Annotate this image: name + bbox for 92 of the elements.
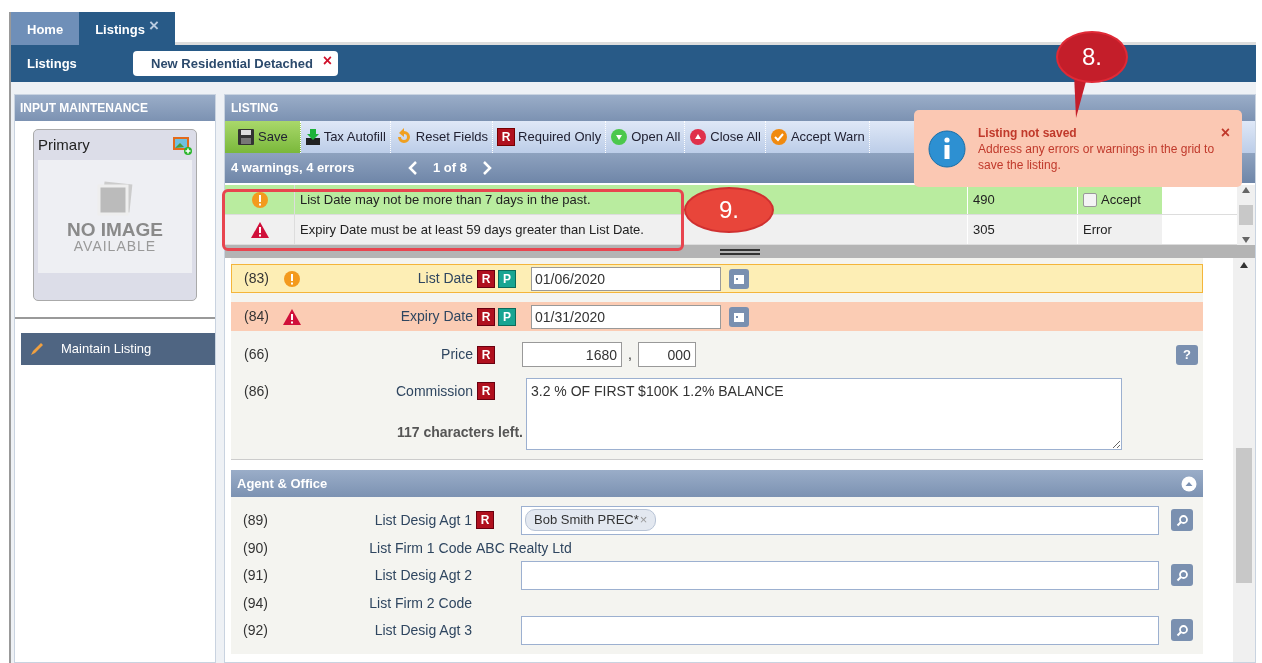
error-icon (282, 307, 302, 326)
agent-token[interactable]: Bob Smith PREC*× (525, 509, 657, 531)
scroll-up-icon[interactable] (1242, 187, 1250, 193)
card-title: Primary (38, 134, 90, 155)
field-number: (92) (242, 620, 269, 640)
header-title: Listings (26, 54, 78, 73)
required-badge: R (476, 511, 494, 529)
previous-icon[interactable] (407, 160, 419, 176)
field-number: (83) (243, 269, 270, 288)
field-label: List Desig Agt 1 (373, 510, 472, 530)
field-label: List Desig Agt 2 (373, 565, 472, 585)
message-summary: 4 warnings, 4 errors (231, 159, 356, 178)
scrollbar[interactable] (1233, 258, 1255, 662)
required-badge: R (497, 128, 516, 146)
up-arrow-circle-icon (689, 128, 708, 146)
field-label: List Desig Agt 3 (373, 620, 472, 640)
add-image-icon[interactable] (172, 135, 192, 155)
search-icon (1175, 623, 1189, 637)
next-icon[interactable] (480, 160, 493, 176)
calendar-button[interactable] (729, 306, 749, 327)
field-label: Commission (395, 381, 473, 401)
field-label: List Firm 2 Code (368, 593, 472, 613)
warning-icon (283, 269, 301, 288)
field-label: Price (440, 345, 473, 364)
error-icon (249, 220, 270, 239)
field-label: Expiry Date (399, 307, 473, 326)
accept-checkbox[interactable] (1083, 192, 1097, 207)
pager-text: 1 of 8 (433, 159, 467, 178)
placeholder-text: NO IMAGE (66, 219, 164, 239)
action-label: Error (1083, 220, 1112, 239)
public-badge: P (498, 269, 516, 288)
lookup-field[interactable] (521, 615, 1159, 645)
check-circle-icon (769, 128, 788, 146)
separator: , (628, 345, 632, 364)
search-button[interactable] (1171, 564, 1193, 586)
splitter-handle[interactable] (225, 245, 1255, 258)
commission-field[interactable]: 3.2 % OF FIRST $100K 1.2% BALANCE (526, 378, 1122, 450)
download-icon (304, 128, 321, 146)
placeholder-text: AVAILABLE (73, 238, 157, 253)
close-button[interactable]: × (1220, 124, 1230, 141)
search-button[interactable] (1171, 509, 1193, 531)
search-button[interactable] (1171, 619, 1193, 641)
required-badge: R (477, 269, 495, 288)
open-form-tab[interactable]: New Residential Detached × (133, 51, 339, 76)
calendar-icon (733, 272, 745, 285)
scroll-down-icon[interactable] (1242, 237, 1250, 243)
price-field[interactable]: 1680 (522, 342, 622, 367)
close-icon[interactable]: × (322, 48, 333, 73)
field-number: (94) (242, 593, 269, 613)
down-arrow-circle-icon (610, 128, 629, 146)
price-cents-field[interactable]: 000 (637, 342, 696, 367)
required-badge: R (477, 307, 495, 326)
pencil-icon (29, 341, 45, 357)
search-icon (1175, 568, 1189, 582)
field-label: List Date (416, 269, 473, 288)
character-counter: 117 characters left. (395, 423, 524, 442)
field-number: (66) (243, 345, 270, 364)
calendar-icon (733, 310, 745, 323)
field-label: List Firm 1 Code (368, 538, 472, 558)
form-tab-label[interactable]: New Residential Detached (151, 53, 313, 74)
date-field[interactable]: 01/06/2020 (531, 266, 721, 291)
tab[interactable]: Listings × (79, 12, 175, 45)
field-value: ABC Realty Ltd (475, 538, 572, 558)
message-text: Expiry Date must be at least 59 days greater than List Date. (300, 221, 644, 237)
date-field[interactable]: 01/31/2020 (531, 304, 721, 329)
scroll-up-icon[interactable] (1240, 262, 1248, 268)
field-number: (89) (242, 510, 269, 530)
scroll-thumb[interactable] (1236, 448, 1252, 583)
lookup-field[interactable]: Bob Smith PREC*× (521, 505, 1159, 535)
scrollbar[interactable] (1237, 185, 1255, 245)
collapse-icon[interactable] (1181, 475, 1197, 492)
field-number: (86) (243, 381, 270, 401)
required-badge: R (477, 345, 495, 364)
field-number: (90) (242, 538, 269, 558)
required-badge: R (477, 382, 495, 400)
warning-icon (250, 190, 269, 209)
public-badge: P (498, 307, 516, 326)
toast-title: Listing not saved (978, 124, 1077, 141)
info-icon (928, 129, 966, 168)
search-icon (1175, 513, 1189, 527)
panel-header: INPUT MAINTENANCE (15, 95, 215, 121)
message-text: List Date may not be more than 7 days in the past. (300, 191, 591, 207)
toolbar-button[interactable]: Save (225, 121, 301, 153)
sidebar-button[interactable]: Maintain Listing (21, 333, 215, 365)
calendar-button[interactable] (729, 268, 749, 289)
lookup-field[interactable] (521, 560, 1159, 590)
toast-message: Address any errors or warnings in the grid to save the listing. (978, 140, 1216, 173)
field-number: (84) (243, 307, 270, 326)
message-code: 305 (967, 215, 1077, 244)
field-number: (91) (242, 565, 269, 585)
close-tab-icon[interactable]: × (148, 17, 159, 34)
action-label: Accept (1101, 190, 1141, 209)
